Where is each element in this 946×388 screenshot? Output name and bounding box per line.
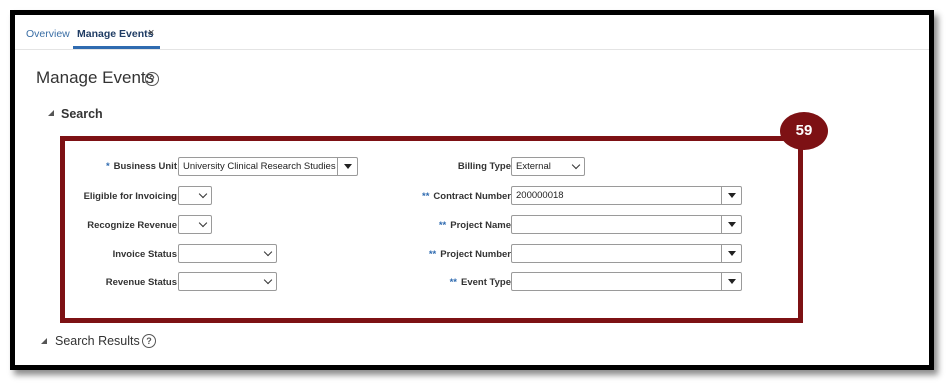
tab-bar: Overview Manage Events × <box>15 15 929 50</box>
invoice-status-select[interactable] <box>178 244 277 263</box>
project-name-label: ** Project Name <box>438 220 511 231</box>
chevron-down-icon <box>263 275 273 285</box>
collapse-triangle-icon[interactable] <box>41 338 47 344</box>
app-window: Overview Manage Events × Manage Events ?… <box>10 10 934 370</box>
required-icon: * <box>105 161 110 172</box>
search-results-title[interactable]: Search Results <box>55 334 140 348</box>
business-unit-label: * Business Unit <box>105 161 177 172</box>
project-number-input[interactable] <box>511 244 742 263</box>
dropdown-arrow-icon[interactable] <box>721 273 741 290</box>
business-unit-value: University Clinical Research Studies <box>183 161 336 172</box>
recognize-revenue-label: Recognize Revenue <box>87 220 177 231</box>
chevron-down-icon <box>198 189 208 199</box>
step-badge: 59 <box>780 112 828 150</box>
invoice-status-label: Invoice Status <box>112 249 177 260</box>
search-section-title[interactable]: Search <box>61 107 103 121</box>
dropdown-arrow-icon[interactable] <box>721 187 741 204</box>
recognize-revenue-select[interactable] <box>178 215 212 234</box>
dropdown-arrow-icon[interactable] <box>721 216 741 233</box>
billing-type-value: External <box>516 161 551 172</box>
help-icon[interactable]: ? <box>145 72 159 86</box>
revenue-status-select[interactable] <box>178 272 277 291</box>
chevron-down-icon <box>571 160 581 170</box>
project-number-label: ** Project Number <box>428 249 511 260</box>
contract-number-label: ** Contract Number <box>422 191 511 202</box>
one-required-icon: ** <box>449 277 458 288</box>
dropdown-arrow-icon[interactable] <box>721 245 741 262</box>
close-tab-icon[interactable]: × <box>148 27 154 39</box>
one-required-icon: ** <box>428 249 437 260</box>
event-type-label: ** Event Type <box>449 277 511 288</box>
help-icon[interactable]: ? <box>142 334 156 348</box>
dropdown-arrow-icon[interactable] <box>337 158 357 175</box>
contract-number-input[interactable]: 200000018 <box>511 186 742 205</box>
tab-overview[interactable]: Overview <box>26 28 70 40</box>
eligible-for-invoicing-select[interactable] <box>178 186 212 205</box>
event-type-input[interactable] <box>511 272 742 291</box>
contract-number-value: 200000018 <box>516 190 564 201</box>
active-tab-indicator <box>73 46 160 49</box>
chevron-down-icon <box>198 218 208 228</box>
chevron-down-icon <box>263 247 273 257</box>
billing-type-label: Billing Type <box>457 161 511 172</box>
billing-type-select[interactable]: External <box>511 157 585 176</box>
page-title: Manage Events <box>36 68 155 87</box>
eligible-for-invoicing-label: Eligible for Invoicing <box>83 191 177 202</box>
tab-manage-events[interactable]: Manage Events <box>77 28 153 40</box>
project-name-input[interactable] <box>511 215 742 234</box>
collapse-triangle-icon[interactable] <box>48 110 54 116</box>
revenue-status-label: Revenue Status <box>105 277 177 288</box>
one-required-icon: ** <box>438 220 447 231</box>
one-required-icon: ** <box>422 191 430 202</box>
business-unit-select[interactable]: University Clinical Research Studies <box>178 157 358 176</box>
